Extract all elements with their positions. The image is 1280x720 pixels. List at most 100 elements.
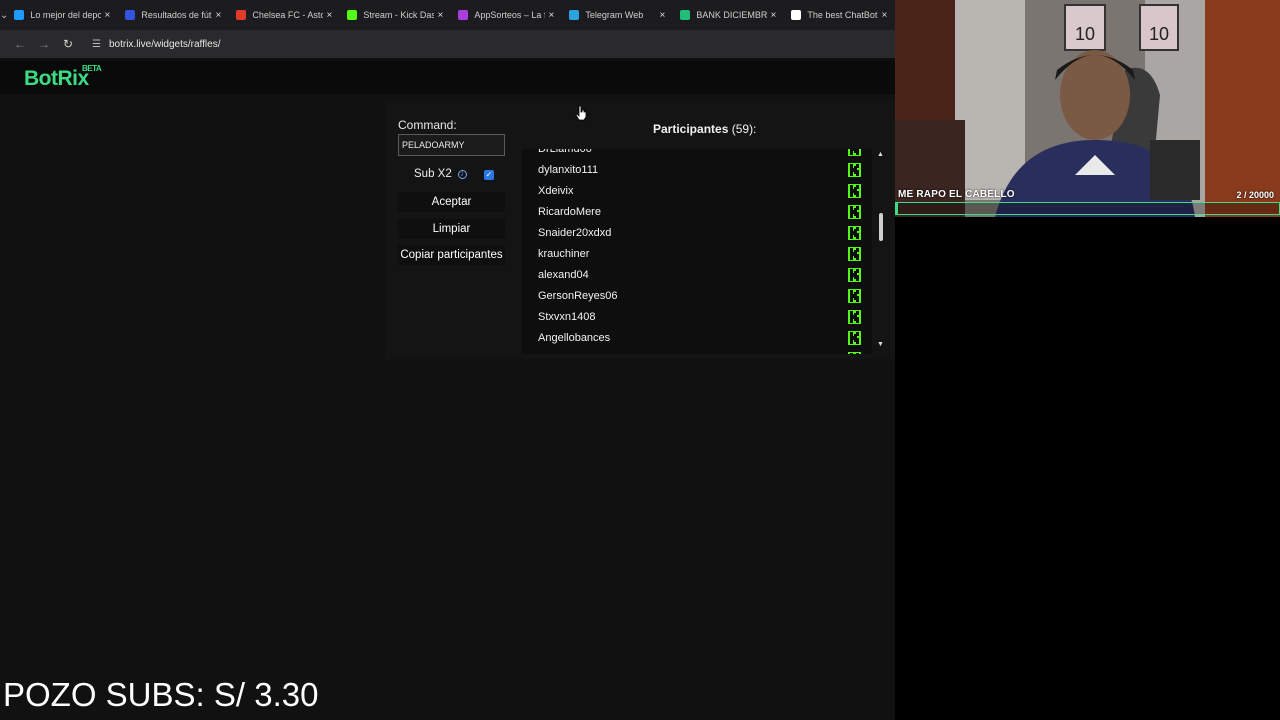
scroll-down-icon[interactable]: ▼ (877, 341, 884, 348)
logo-text: BotRix (24, 67, 89, 90)
accept-button[interactable]: Aceptar (398, 192, 505, 212)
webcam-feed: 10 10 ME RAPO EL CABELLO 2 / 20000 (895, 0, 1280, 217)
raffle-widget: Command: Sub X2 i ✓ Aceptar Limpiar Copi… (385, 101, 895, 359)
site-settings-icon[interactable]: ☰ (92, 39, 101, 50)
browser-tab[interactable]: AppSorteos – La f × (452, 0, 563, 30)
participant-name: Stxvxn1408 (538, 311, 596, 323)
clear-button[interactable]: Limpiar (398, 219, 505, 239)
browser-tab[interactable]: Chelsea FC - Asto × (230, 0, 341, 30)
webcam-image: 10 10 (895, 0, 1280, 217)
raffle-controls: Command: Sub X2 i ✓ Aceptar Limpiar Copi… (385, 101, 520, 359)
screen: ⌄ Lo mejor del depo × Resultados de fútb × C… (0, 0, 1280, 720)
participant-row: DrLiamd06 (522, 149, 862, 160)
scroll-up-icon[interactable]: ▲ (877, 151, 884, 158)
tab-favicon-icon (458, 10, 469, 20)
command-input[interactable] (398, 134, 505, 156)
kick-icon (848, 205, 861, 219)
forward-icon[interactable]: → (32, 37, 56, 51)
tab-title: Resultados de fútb (141, 10, 213, 20)
participant-name: Angellobances (538, 332, 611, 344)
copy-participants-button[interactable]: Copiar participantes (398, 245, 505, 265)
participant-row: Xdeivix (522, 181, 862, 202)
browser-tab[interactable]: BANK DICIEMBRE × (674, 0, 785, 30)
sub-x2-checkbox[interactable]: ✓ (484, 170, 494, 180)
pozo-subs-text: POZO SUBS: S/ 3.30 (3, 676, 319, 713)
kick-icon (848, 226, 861, 240)
reload-icon[interactable]: ↻ (56, 37, 80, 51)
kick-icon (848, 289, 861, 303)
tab-favicon-icon (569, 10, 580, 20)
tab-favicon-icon (236, 10, 247, 20)
browser-tab[interactable]: Stream - Kick Das × (341, 0, 452, 30)
participant-name: RicardoMere (538, 206, 601, 218)
kick-icon (848, 310, 861, 324)
browser-tab[interactable]: Lo mejor del depo × (8, 0, 119, 30)
close-icon[interactable]: × (767, 10, 779, 21)
site-header: BotRix BETA (0, 61, 895, 94)
tab-favicon-icon (125, 10, 136, 20)
tab-favicon-icon (791, 10, 802, 20)
tab-title: The best ChatBot (807, 10, 878, 20)
goal-progress-fill (896, 203, 898, 214)
participant-row: RicardoMere (522, 202, 862, 223)
participants-scrollbar[interactable]: ▲ ▼ (876, 151, 886, 353)
participants-list[interactable]: DrLiamd06 dylanxito111 Xdeivix RicardoMere S… (522, 149, 872, 354)
kick-icon (848, 163, 861, 177)
participant-row: Stxvxn1408 (522, 307, 862, 328)
chevron-down-icon[interactable]: ⌄ (0, 0, 8, 30)
url-text[interactable]: botrix.live/widgets/raffles/ (109, 39, 221, 50)
browser-toolbar: ← → ↻ ☰ botrix.live/widgets/raffles/ (0, 30, 895, 58)
kick-icon (848, 184, 861, 198)
sub-x2-row: Sub X2 i (414, 168, 467, 180)
close-icon[interactable]: × (545, 10, 557, 21)
sub-x2-label: Sub X2 (414, 168, 452, 180)
participant-name: alexand04 (538, 269, 589, 281)
participant-row: Angellobances (522, 328, 862, 349)
browser-tab[interactable]: Telegram Web × (563, 0, 674, 30)
close-icon[interactable]: × (656, 10, 668, 21)
address-bar[interactable]: ☰ botrix.live/widgets/raffles/ (84, 33, 229, 55)
goal-target: / 20000 (1243, 190, 1274, 200)
tab-favicon-icon (14, 10, 25, 20)
participant-name: dylanxito111 (538, 164, 599, 176)
participant-name: DrLiamd06 (538, 149, 592, 155)
tab-bar: ⌄ Lo mejor del depo × Resultados de fútb × C… (0, 0, 895, 30)
tab-title: AppSorteos – La f (474, 10, 546, 20)
participant-row: dylanxito111 (522, 160, 862, 181)
hand-cursor-icon (575, 105, 587, 121)
close-icon[interactable]: × (212, 10, 224, 21)
browser-tab[interactable]: The best ChatBot × (785, 0, 896, 30)
browser-window: ⌄ Lo mejor del depo × Resultados de fútb × C… (0, 0, 895, 720)
back-icon[interactable]: ← (8, 37, 32, 51)
kick-icon (848, 149, 861, 156)
svg-text:10: 10 (1149, 24, 1169, 44)
participants-count: (59): (731, 122, 757, 136)
close-icon[interactable]: × (434, 10, 446, 21)
close-icon[interactable]: × (878, 10, 890, 21)
kick-icon (848, 247, 861, 261)
browser-tab[interactable]: Resultados de fútb × (119, 0, 230, 30)
tab-title: Lo mejor del depo (30, 10, 102, 20)
command-label: Command: (398, 118, 457, 132)
close-icon[interactable]: × (323, 10, 335, 21)
svg-text:10: 10 (1075, 24, 1095, 44)
participant-row: alexand04 (522, 265, 862, 286)
beta-badge: BETA (82, 64, 102, 73)
goal-label: ME RAPO EL CABELLO (898, 189, 1015, 200)
participant-row: Snaider20xdxd (522, 223, 862, 244)
kick-icon (848, 268, 861, 282)
close-icon[interactable]: × (101, 10, 113, 21)
info-icon[interactable]: i (457, 169, 467, 179)
participant-name: GersonReyes06 (538, 290, 618, 302)
kick-icon (848, 331, 861, 345)
tab-title: Stream - Kick Das (363, 10, 435, 20)
botrix-page: BotRix BETA Command: Sub X2 i ✓ Aceptar … (0, 61, 895, 720)
tab-title: Chelsea FC - Asto (252, 10, 324, 20)
goal-current: 2 (1236, 190, 1242, 200)
scroll-thumb[interactable] (879, 213, 883, 241)
botrix-logo[interactable]: BotRix BETA (24, 64, 102, 91)
tab-favicon-icon (680, 10, 691, 20)
tab-favicon-icon (347, 10, 358, 20)
tab-title: BANK DICIEMBRE (696, 10, 768, 20)
participant-name: Xdeivix (538, 185, 574, 197)
